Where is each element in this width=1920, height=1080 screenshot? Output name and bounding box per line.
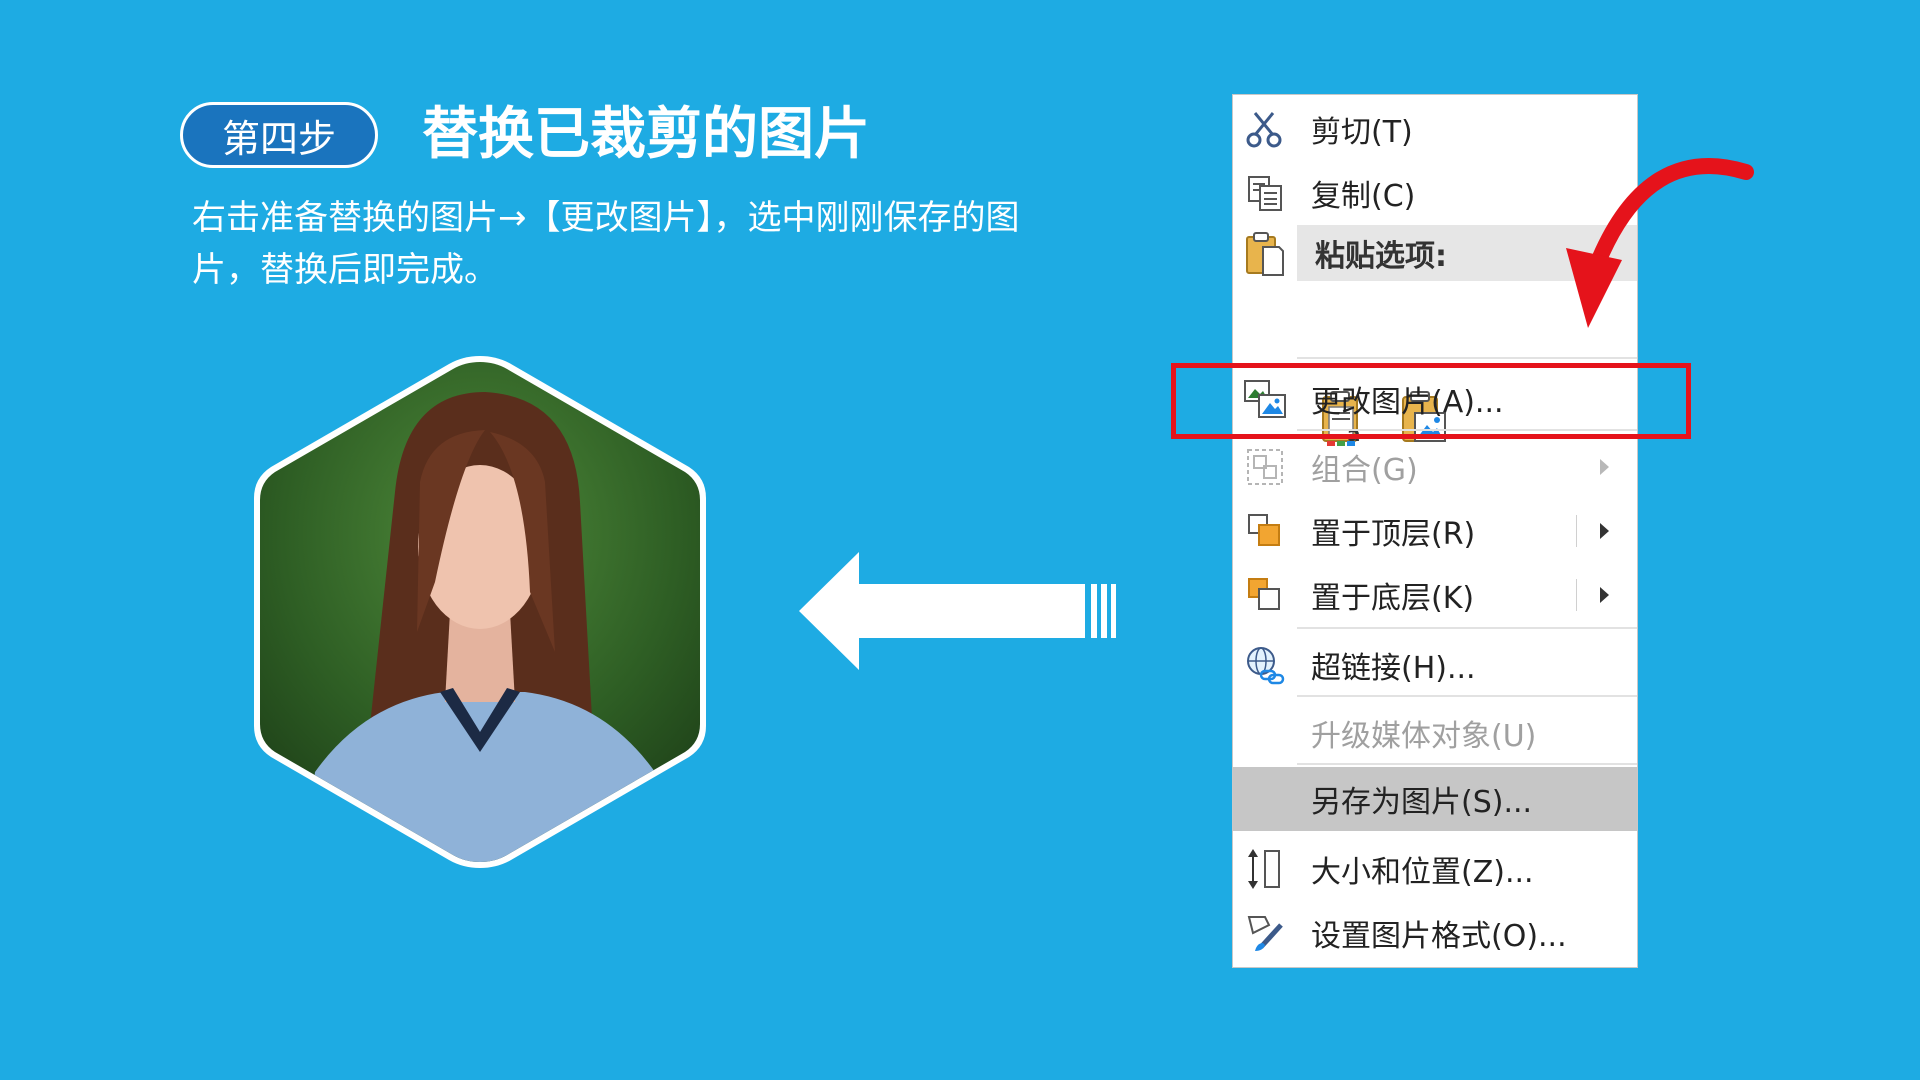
- menu-label-send-back: 置于底层(K): [1311, 581, 1475, 616]
- menu-item-size-position[interactable]: 大小和位置(Z)...: [1233, 839, 1637, 899]
- menu-item-save-as-picture[interactable]: 另存为图片(S)...: [1233, 767, 1637, 831]
- menu-label-size-position: 大小和位置(Z)...: [1311, 855, 1534, 890]
- menu-label-hyperlink: 超链接(H)...: [1311, 651, 1476, 686]
- menu-label-group: 组合(G): [1311, 453, 1418, 488]
- send-back-icon: [1243, 573, 1287, 617]
- submenu-arrow-icon: [1600, 587, 1609, 603]
- menu-item-format-picture[interactable]: 设置图片格式(O)...: [1233, 903, 1637, 963]
- page-title: 替换已裁剪的图片: [422, 102, 870, 167]
- hexagon-photo[interactable]: [245, 352, 715, 872]
- menu-label-copy: 复制(C): [1311, 179, 1416, 214]
- step-description: 右击准备替换的图片→【更改图片】，选中刚刚保存的图片，替换后即完成。: [192, 198, 1020, 290]
- menu-item-group[interactable]: 组合(G): [1233, 437, 1637, 497]
- left-arrow-icon: [799, 552, 1116, 670]
- copy-icon: [1243, 171, 1287, 215]
- menu-label-save-as-picture: 另存为图片(S)...: [1311, 785, 1533, 820]
- menu-separator: [1297, 357, 1637, 359]
- hyperlink-icon: [1243, 643, 1287, 687]
- step-badge: 第四步: [180, 102, 378, 168]
- submenu-divider: [1576, 579, 1577, 611]
- submenu-arrow-icon: [1600, 459, 1609, 475]
- size-position-icon: [1243, 847, 1287, 891]
- menu-item-bring-front[interactable]: 置于顶层(R): [1233, 501, 1637, 561]
- scissors-icon: [1243, 107, 1287, 151]
- step-badge-label: 第四步: [221, 116, 336, 161]
- menu-separator: [1297, 627, 1637, 629]
- menu-item-hyperlink[interactable]: 超链接(H)...: [1233, 635, 1637, 695]
- menu-item-cut[interactable]: 剪切(T): [1233, 99, 1637, 159]
- menu-label-cut: 剪切(T): [1311, 115, 1413, 150]
- bring-front-icon: [1243, 509, 1287, 553]
- menu-label-format-picture: 设置图片格式(O)...: [1311, 919, 1567, 954]
- menu-label-upgrade-media: 升级媒体对象(U): [1311, 719, 1537, 754]
- format-picture-icon: [1243, 911, 1287, 955]
- menu-item-upgrade-media[interactable]: 升级媒体对象(U): [1233, 703, 1637, 763]
- menu-label-bring-front: 置于顶层(R): [1311, 517, 1476, 552]
- submenu-arrow-icon: [1600, 523, 1609, 539]
- submenu-divider: [1576, 515, 1577, 547]
- menu-separator: [1297, 695, 1637, 697]
- paste-options-label: 粘贴选项:: [1315, 239, 1447, 274]
- menu-separator: [1297, 763, 1637, 765]
- highlight-box: [1171, 363, 1691, 439]
- menu-item-send-back[interactable]: 置于底层(K): [1233, 565, 1637, 625]
- group-icon: [1243, 445, 1287, 489]
- red-curved-arrow-icon: [1566, 158, 1754, 328]
- clipboard-icon: [1243, 229, 1287, 277]
